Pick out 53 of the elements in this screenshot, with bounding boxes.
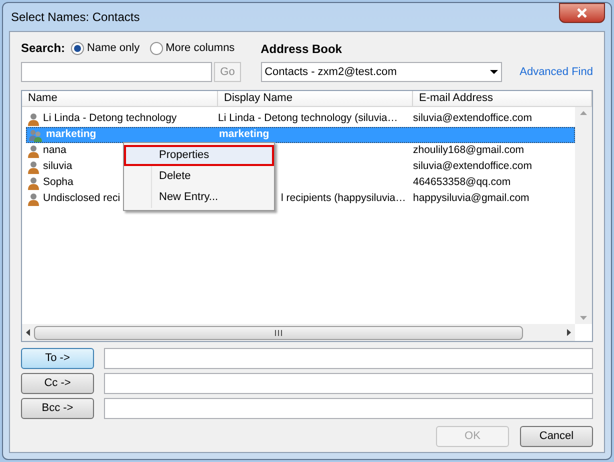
person-icon [28, 160, 39, 174]
name-cell[interactable]: siluvia [43, 159, 72, 175]
close-button[interactable] [559, 3, 605, 23]
close-icon [577, 8, 587, 18]
scroll-left-icon [26, 329, 30, 336]
menu-item[interactable]: Properties [124, 145, 274, 166]
scroll-down-icon [580, 316, 587, 320]
recipient-field[interactable] [104, 373, 593, 394]
name-cell[interactable]: nana [43, 143, 66, 159]
menu-item[interactable]: New Entry... [124, 187, 274, 208]
dropdown-arrow-icon [490, 70, 498, 74]
group-icon [29, 128, 42, 142]
search-label: Search: [21, 40, 66, 57]
search-field[interactable] [21, 62, 212, 82]
email-cell: siluvia@extendoffice.com [413, 160, 532, 172]
display-name-cell: Li Linda - Detong technology (siluvia… [218, 112, 398, 124]
person-icon [28, 192, 39, 206]
display-name-cell: marketing [219, 128, 270, 140]
advanced-find-link[interactable]: Advanced Find [520, 64, 593, 80]
vertical-scrollbar[interactable] [575, 107, 592, 324]
window-title: Select Names: Contacts [10, 9, 140, 26]
recipient-button[interactable]: Cc -> [21, 373, 94, 394]
name-cell[interactable]: Sopha [43, 175, 74, 191]
dialog-button[interactable]: Cancel [520, 426, 593, 447]
radio-option[interactable]: More columns [150, 40, 235, 56]
scroll-right-icon [567, 329, 571, 336]
menu-item[interactable]: Delete [124, 166, 274, 187]
name-cell[interactable]: Undisclosed reci [43, 191, 120, 207]
recipient-field[interactable] [104, 348, 593, 369]
email-cell: 464653358@qq.com [413, 176, 511, 188]
person-icon [28, 144, 39, 158]
person-icon [28, 176, 39, 190]
person-icon [28, 112, 39, 126]
email-cell: happysiluvia@gmail.com [413, 192, 530, 204]
name-cell[interactable]: Li Linda - Detong technology [43, 111, 177, 127]
grip-icon [275, 330, 282, 336]
recipient-button[interactable]: To -> [21, 348, 94, 369]
scroll-up-icon [580, 111, 587, 115]
radio-option[interactable]: Name only [71, 40, 140, 56]
radio-button[interactable] [71, 42, 84, 54]
email-cell: siluvia@extendoffice.com [413, 112, 532, 124]
recipient-button[interactable]: Bcc -> [21, 398, 94, 419]
email-cell: zhoulily168@gmail.com [413, 144, 524, 156]
scrollbar-thumb[interactable] [34, 326, 523, 340]
horizontal-scrollbar[interactable] [22, 324, 575, 341]
column-header[interactable]: Name [22, 91, 218, 106]
radio-button[interactable] [150, 42, 163, 54]
recipient-field[interactable] [104, 398, 593, 419]
address-book-label: Address Book [260, 41, 343, 56]
column-header[interactable]: E-mail Address [413, 91, 592, 106]
address-book-dropdown[interactable]: Contacts - zxm2@test.com [260, 62, 502, 82]
display-name-cell: l recipients (happysiluvia… [281, 192, 406, 204]
column-header[interactable]: Display Name [218, 91, 413, 106]
